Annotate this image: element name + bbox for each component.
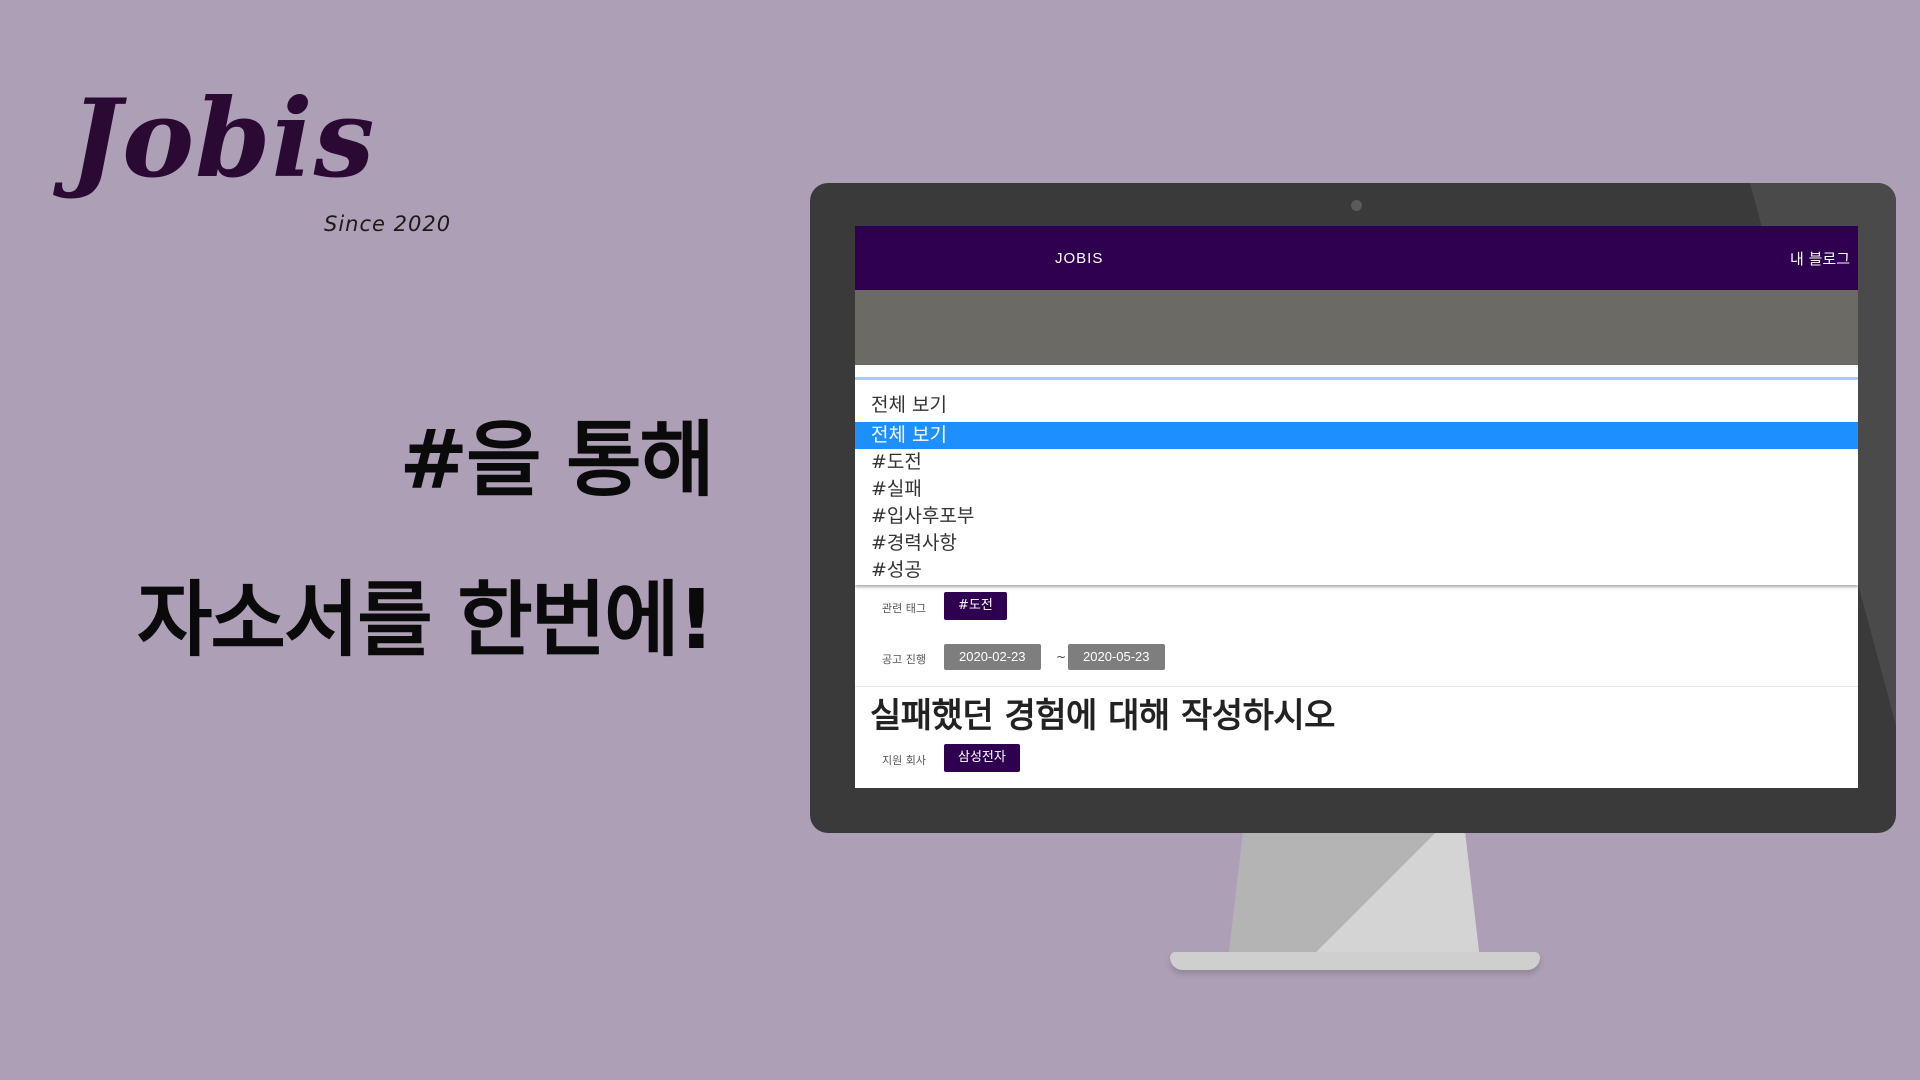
filter-option[interactable]: #성공	[855, 557, 1858, 584]
related-tag-label: 관련 태그	[882, 602, 926, 615]
headline-line-2: 자소서를 한번에!	[136, 573, 715, 668]
end-date-chip: 2020-05-23	[1068, 644, 1165, 670]
filter-option[interactable]: #도전	[855, 449, 1858, 476]
start-date-chip: 2020-02-23	[944, 644, 1041, 670]
tag-filter-select[interactable]: 전체 보기	[855, 380, 1858, 422]
filter-option[interactable]: #입사후포부	[855, 503, 1858, 530]
monitor-stand-base	[1170, 952, 1540, 970]
brand-since: Since 2020	[324, 212, 452, 236]
filter-option[interactable]: 전체 보기	[855, 422, 1858, 449]
monitor-stand-neck	[1228, 830, 1480, 960]
tag-filter-value: 전체 보기	[871, 394, 947, 416]
question-title[interactable]: 실패했던 경험에 대해 작성하시오	[870, 688, 1335, 737]
monitor-screen: JOBIS 내 블로그 전체 보기 전체 보기 #도전 #실패 #입사후포부 #…	[855, 226, 1858, 788]
camera-icon	[1351, 200, 1362, 211]
filter-option[interactable]: #경력사항	[855, 530, 1858, 557]
tag-filter-dropdown: 전체 보기 #도전 #실패 #입사후포부 #경력사항 #성공	[855, 422, 1858, 585]
app-navbar: JOBIS 내 블로그	[855, 226, 1858, 290]
period-label: 공고 진행	[882, 653, 926, 666]
brand-logo: Jobis	[70, 76, 376, 202]
headline-line-1: #을 통해	[399, 413, 715, 508]
filter-option[interactable]: #실패	[855, 476, 1858, 503]
related-tag-badge[interactable]: #도전	[944, 592, 1007, 620]
company-label: 지원 회사	[882, 754, 926, 767]
company-badge[interactable]: 삼성전자	[944, 744, 1020, 772]
nav-blog-link[interactable]: 내 블로그	[1790, 248, 1850, 269]
section-divider	[855, 686, 1858, 687]
banner-image	[855, 290, 1858, 365]
date-range-separator: ~	[1056, 650, 1067, 664]
nav-logo[interactable]: JOBIS	[1055, 250, 1103, 267]
